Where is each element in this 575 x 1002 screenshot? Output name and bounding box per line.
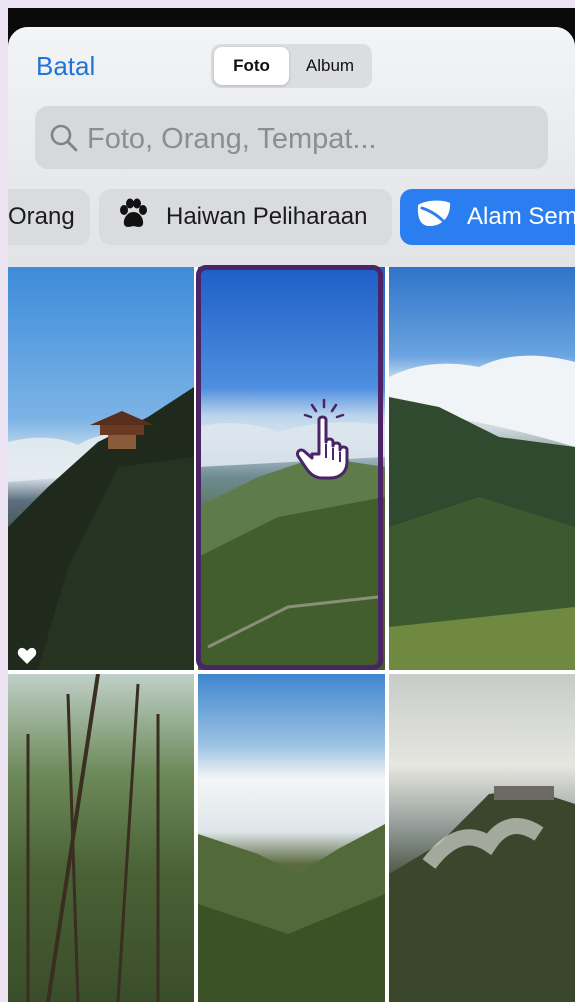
chip-label: Haiwan Peliharaan xyxy=(166,203,368,230)
segmented-control: Foto Album xyxy=(211,44,372,88)
chip-label: Orang xyxy=(8,203,75,230)
leaf-icon xyxy=(415,199,453,236)
photo-thumbnail[interactable] xyxy=(8,267,194,670)
chip-label: Alam Sem xyxy=(467,203,575,230)
search-icon xyxy=(50,124,78,152)
tap-hand-cursor-icon xyxy=(290,398,356,485)
picker-header: Batal Foto Album Orang xyxy=(8,27,575,267)
photo-thumbnail[interactable] xyxy=(389,267,575,670)
chip-people[interactable]: Orang xyxy=(8,189,90,245)
chip-pets[interactable]: Haiwan Peliharaan xyxy=(99,189,392,245)
paw-icon xyxy=(116,197,150,238)
photo-picker-sheet: Batal Foto Album Orang xyxy=(8,27,575,1002)
favorite-heart-icon xyxy=(17,647,37,670)
photo-grid xyxy=(8,265,575,1002)
segment-photos[interactable]: Foto xyxy=(214,47,289,85)
photo-thumbnail[interactable] xyxy=(198,674,385,1002)
segment-albums[interactable]: Album xyxy=(291,47,369,85)
search-input[interactable] xyxy=(85,118,529,160)
photo-thumbnail[interactable] xyxy=(8,674,194,1002)
search-field[interactable] xyxy=(35,106,548,169)
chip-nature[interactable]: Alam Sem xyxy=(400,189,575,245)
cancel-button[interactable]: Batal xyxy=(36,51,95,82)
photo-thumbnail[interactable] xyxy=(389,674,575,1002)
category-chips: Orang Haiwan Peliharaan Alam Sem xyxy=(8,189,575,245)
